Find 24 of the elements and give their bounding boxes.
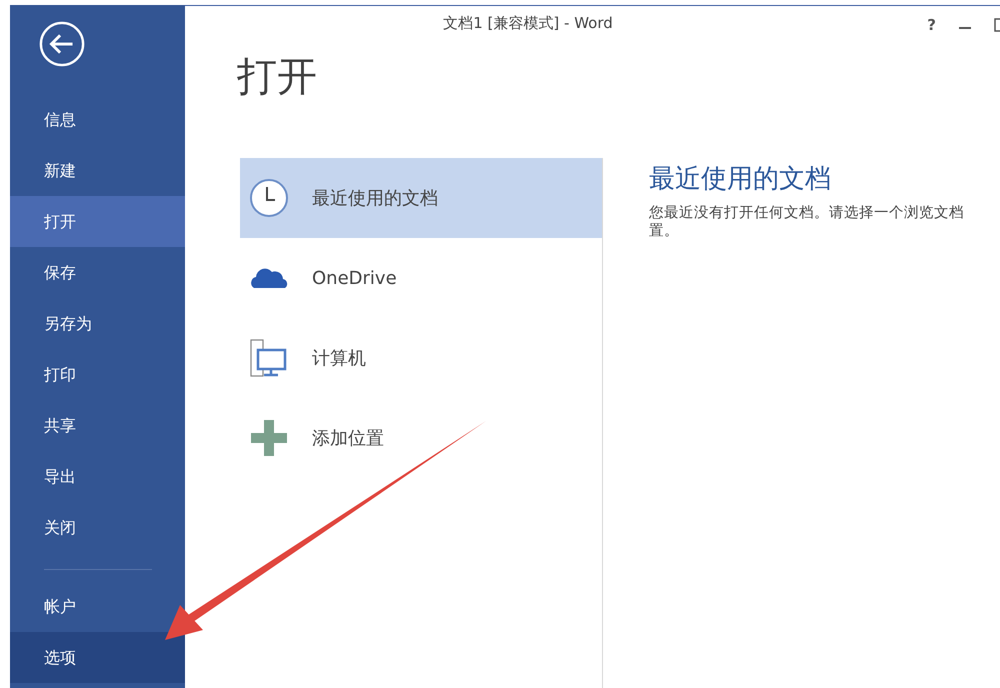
sidebar-item[interactable]: 帐户	[10, 581, 185, 632]
sidebar-item[interactable]: 保存	[10, 247, 185, 298]
place-item[interactable]: 添加位置	[240, 398, 602, 478]
sidebar-item[interactable]: 关闭	[10, 502, 185, 553]
sidebar-item[interactable]: 共享	[10, 400, 185, 451]
place-item[interactable]: 最近使用的文档	[240, 158, 602, 238]
sidebar-item[interactable]: 打开	[10, 196, 185, 247]
back-icon[interactable]	[39, 20, 85, 66]
description-text: 置。	[649, 222, 680, 240]
sidebar-item[interactable]: 新建	[10, 145, 185, 196]
help-button[interactable]: ?	[927, 16, 936, 34]
sidebar-item[interactable]: 另存为	[10, 298, 185, 349]
page-title: 打开	[236, 53, 318, 102]
section-heading: 最近使用的文档	[649, 163, 832, 196]
plus-icon	[248, 417, 290, 459]
place-item[interactable]: OneDrive	[240, 238, 602, 318]
clock-icon	[248, 177, 290, 219]
description-text: 您最近没有打开任何文档。请选择一个浏览文档	[649, 204, 964, 222]
window-title: 文档1 [兼容模式] - Word	[443, 14, 613, 33]
sidebar-item[interactable]: 选项	[10, 632, 185, 683]
sidebar-item[interactable]: 打印	[10, 349, 185, 400]
place-item[interactable]: 计算机	[240, 318, 602, 398]
sidebar-item[interactable]: 信息	[10, 94, 185, 145]
sidebar-item[interactable]: 导出	[10, 451, 185, 502]
